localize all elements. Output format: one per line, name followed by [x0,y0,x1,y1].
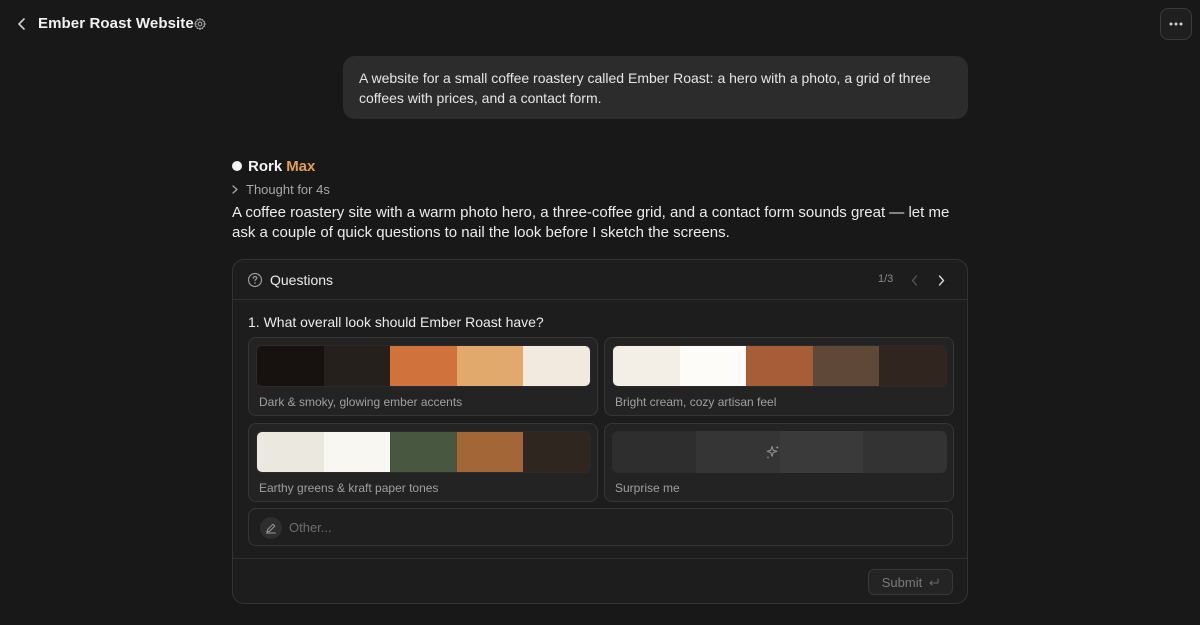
option-label: Bright cream, cozy artisan feel [615,395,777,409]
user-message-bubble: A website for a small coffee roastery ca… [343,56,968,119]
next-question-button[interactable] [932,271,950,289]
page-indicator: 1/3 [878,273,894,285]
questions-footer: Submit [233,558,967,604]
thought-label: Thought for 4s [246,182,330,197]
color-swatch [863,431,947,473]
thought-toggle[interactable]: Thought for 4s [232,181,330,198]
option-surprise-me[interactable]: Surprise me [604,423,954,502]
other-answer-field[interactable] [248,508,953,546]
pencil-icon [260,517,282,539]
color-swatch [257,346,324,386]
chevron-right-icon [938,274,944,286]
assistant-name: Rork [248,157,283,175]
color-swatch [746,346,813,386]
option-dark-smoky[interactable]: Dark & smoky, glowing ember accents [248,337,598,416]
assistant-model-badge: Max [286,157,316,175]
color-swatch [612,431,696,473]
sparkles-icon [766,445,780,459]
color-palette [256,345,591,387]
previous-question-button[interactable] [905,271,923,289]
color-swatch [390,432,457,472]
color-swatch [523,346,590,386]
settings-button[interactable] [191,15,209,33]
option-label: Earthy greens & kraft paper tones [259,481,439,495]
color-swatch [456,346,524,386]
option-earthy-greens[interactable]: Earthy greens & kraft paper tones [248,423,598,502]
color-swatch [456,432,524,472]
other-input[interactable] [289,509,939,545]
assistant-reply: A coffee roastery site with a warm photo… [232,204,950,241]
color-swatch [613,346,680,386]
option-label: Dark & smoky, glowing ember accents [259,395,463,409]
option-label: Surprise me [615,481,680,495]
enter-key-icon [929,577,939,586]
color-palette [256,431,591,473]
color-palette [612,345,947,387]
more-horizontal-icon [1169,22,1183,26]
color-swatch [323,432,391,472]
color-swatch [523,432,590,472]
chevron-right-icon [232,185,238,194]
submit-button[interactable]: Submit [868,569,953,595]
question-circle-icon [247,272,263,288]
color-swatch [257,432,324,472]
questions-card: Questions 1/3 1. What overall look shoul… [232,259,968,604]
submit-label: Submit [881,574,923,590]
top-bar: Ember Roast Website [0,0,1200,48]
color-swatch [323,346,391,386]
color-swatch [812,346,880,386]
chevron-left-icon [18,18,25,30]
back-button[interactable] [12,14,32,34]
project-title: Ember Roast Website [38,15,194,32]
questions-header: Questions 1/3 [233,260,967,300]
assistant-status-dot [232,161,242,171]
questions-title: Questions [270,272,334,288]
color-swatch [679,346,747,386]
color-swatch [879,346,946,386]
assistant-header: Rork Max [232,157,315,175]
color-swatch [779,431,864,473]
gear-icon [193,17,207,31]
option-bright-cream[interactable]: Bright cream, cozy artisan feel [604,337,954,416]
more-options-button[interactable] [1160,8,1192,40]
question-text: 1. What overall look should Ember Roast … [248,314,544,330]
color-swatch [390,346,457,386]
chevron-left-icon [911,274,917,286]
